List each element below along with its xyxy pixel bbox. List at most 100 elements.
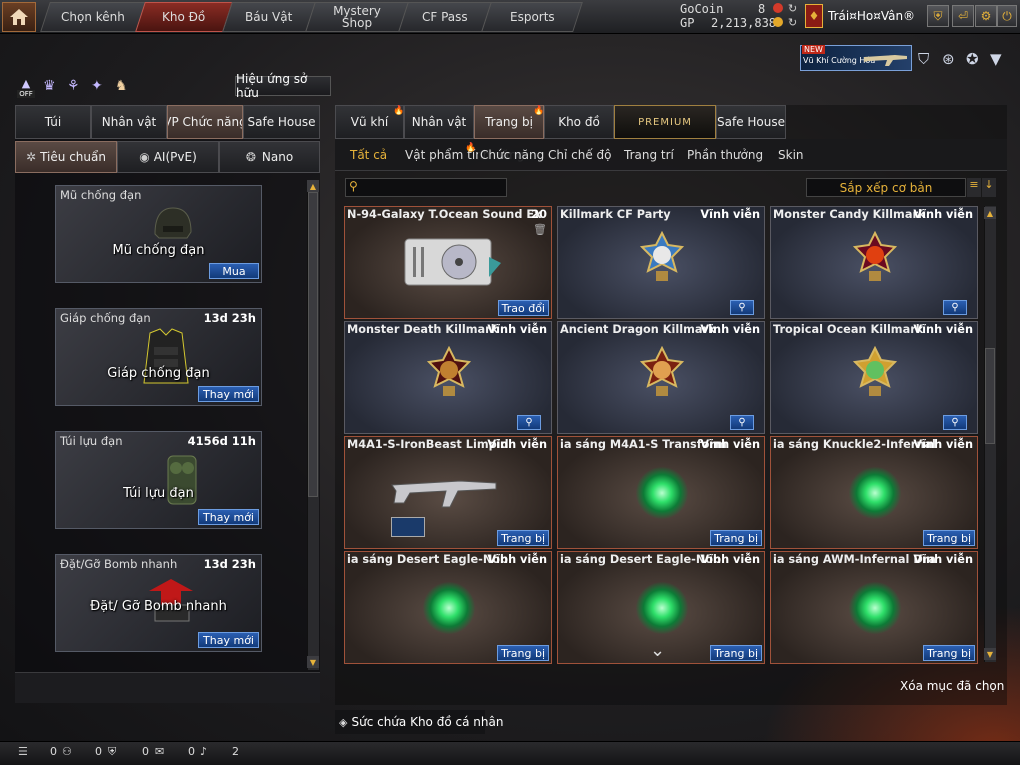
chat-icon[interactable]: ✉ — [155, 745, 164, 758]
delete-selected-button[interactable]: Xóa mục đã chọn — [900, 679, 1004, 693]
gocoin-refresh-icon[interactable]: ↻ — [788, 2, 797, 15]
inventory-item-card[interactable]: Monster Death Killmark Vĩnh viễn ⚲ — [344, 321, 552, 434]
subtab-function[interactable]: Chức năng — [478, 148, 545, 162]
gp-refresh-icon[interactable]: ↻ — [788, 16, 797, 29]
search-input[interactable] — [364, 180, 504, 195]
trash-icon[interactable]: 🗑 — [533, 223, 547, 236]
chevron-down-icon[interactable]: ⌄ — [650, 640, 665, 661]
bottom-count-2: 0 — [95, 745, 102, 758]
subtab-rewards[interactable]: Phần thưởng — [687, 148, 763, 162]
killmark-medal-icon — [640, 346, 684, 396]
magnify-button[interactable]: ⚲ — [730, 300, 754, 315]
item-action-button[interactable]: Trang bị — [923, 530, 975, 546]
left-tab-safe-house[interactable]: Safe House — [243, 105, 320, 139]
item-action-button[interactable]: Trang bị — [710, 645, 762, 661]
mode-tab-ai-pve[interactable]: ◉ AI(PvE) — [117, 141, 219, 173]
inventory-item-card[interactable]: N-94-Galaxy T.Ocean Sound Ex 20 🗑 Trao đổi — [344, 206, 552, 319]
owned-effects-button[interactable]: Hiệu ứng sở hữu — [235, 72, 331, 100]
home-button[interactable] — [2, 2, 36, 32]
right-tab-storage[interactable]: Kho đồ — [544, 105, 614, 139]
scroll-down-arrow[interactable]: ▼ — [307, 656, 319, 668]
sort-order-icon[interactable]: ↓ — [982, 178, 996, 197]
left-tab-character[interactable]: Nhân vật — [91, 105, 167, 139]
magnify-button[interactable]: ⚲ — [943, 415, 967, 430]
nav-tab-channel[interactable]: Chọn kênh — [40, 2, 146, 32]
friends-icon[interactable]: ⚇ — [62, 745, 72, 758]
emblem-icon-2[interactable]: ⊛ — [942, 50, 955, 68]
slot-card-quick-bomb[interactable]: Đặt/Gỡ Bomb nhanh 13d 23h Đặt/ Gỡ Bomb n… — [55, 554, 262, 652]
search-box[interactable]: ⚲ — [345, 178, 507, 197]
nav-tab-cf-pass[interactable]: CF Pass — [398, 2, 492, 32]
player-name[interactable]: Trái¤Ho¤Vân® — [828, 9, 915, 23]
nav-tab-mystery-shop[interactable]: Mystery Shop — [305, 2, 409, 32]
right-scroll-thumb[interactable] — [985, 348, 995, 444]
inventory-item-card[interactable]: ia sáng AWM-Infernal Dra Vĩnh viễn Trang b… — [770, 551, 978, 664]
magnify-button[interactable]: ⚲ — [517, 415, 541, 430]
replace-button[interactable]: Thay mới — [198, 632, 259, 648]
subtab-skin[interactable]: Skin — [778, 148, 804, 162]
right-tab-characters[interactable]: Nhân vật — [404, 105, 474, 139]
inventory-item-card[interactable]: Tropical Ocean Killmark Vĩnh viễn ⚲ — [770, 321, 978, 434]
buy-button[interactable]: Mua — [209, 263, 259, 279]
clan-shield-icon[interactable]: ⛨ — [108, 745, 116, 759]
emblem-icon-4[interactable]: ▼ — [990, 50, 1002, 68]
inventory-item-card[interactable]: Killmark CF Party Vĩnh viễn ⚲ — [557, 206, 765, 319]
toggle-off-icon[interactable]: ▲ OFF — [17, 77, 35, 99]
glow-orb-icon — [849, 582, 901, 634]
item-action-button[interactable]: Trang bị — [710, 530, 762, 546]
menu-icon[interactable]: ☰ — [18, 745, 28, 758]
subtab-all[interactable]: Tất cả — [350, 148, 387, 162]
slot-card-grenade-bag[interactable]: Túi lựu đạn 4156d 11h Túi lựu đạn Thay m… — [55, 431, 262, 529]
target-icon: ◉ — [139, 150, 150, 164]
subtab-mode-only[interactable]: Chỉ chế độ — [548, 148, 612, 162]
effect-icon-4[interactable]: ♞ — [115, 78, 128, 94]
inventory-item-card[interactable]: Ancient Dragon Killmark Vĩnh viễn ⚲ — [557, 321, 765, 434]
mode-tab-standard[interactable]: ✲ Tiêu chuẩn — [15, 141, 117, 173]
slot-card-helmet[interactable]: Mũ chống đạn Mũ chống đạn Mua — [55, 185, 262, 283]
promo-banner[interactable]: NEW Vũ Khí Cường Hóa — [800, 45, 912, 71]
inventory-item-card[interactable]: M4A1-S-IronBeast Limpid Vĩnh viễn Trang bị — [344, 436, 552, 549]
nav-tab-esports[interactable]: Esports — [481, 2, 583, 32]
item-action-button[interactable]: Trang bị — [497, 645, 549, 661]
nav-tab-treasure[interactable]: Báu Vật — [222, 2, 316, 32]
mode-tab-nano[interactable]: ❂ Nano — [219, 141, 320, 173]
right-tab-safe-house[interactable]: Safe House — [716, 105, 786, 139]
inventory-item-card[interactable]: ia sáng Desert Eagle-Nob Vĩnh viễn Trang b… — [344, 551, 552, 664]
right-tab-premium[interactable]: PREMIUM — [614, 105, 716, 139]
capacity-bar[interactable]: ◈ Sức chứa Kho đồ cá nhân — [335, 710, 503, 734]
list-view-icon[interactable]: ≡ — [967, 178, 981, 197]
speaker-icon[interactable]: ♪ — [200, 745, 207, 758]
scroll-down-arrow[interactable]: ▼ — [984, 648, 996, 660]
item-action-button[interactable]: Trang bị — [923, 645, 975, 661]
effect-icon-3[interactable]: ✦ — [91, 78, 103, 94]
inventory-item-card[interactable]: ia sáng M4A1-S Transform Vĩnh viễn Trang b… — [557, 436, 765, 549]
settings-button[interactable]: ⚙ — [975, 5, 997, 27]
replace-button[interactable]: Thay mới — [198, 509, 259, 525]
slot-card-vest[interactable]: Giáp chống đạn 13d 23h Giáp chống đạn Th… — [55, 308, 262, 406]
back-button[interactable]: ⏎ — [952, 5, 974, 27]
power-button[interactable]: ⏻ — [997, 5, 1017, 27]
scroll-up-arrow[interactable]: ▲ — [984, 207, 996, 219]
item-action-button[interactable]: Trao đổi — [497, 300, 549, 316]
effect-icon-2[interactable]: ⚘ — [67, 78, 80, 94]
nav-tab-label: Mystery Shop — [333, 4, 381, 30]
sort-dropdown[interactable]: Sắp xếp cơ bản — [806, 178, 966, 197]
magnify-button[interactable]: ⚲ — [943, 300, 967, 315]
effect-icon-1[interactable]: ♛ — [43, 78, 56, 94]
scroll-up-arrow[interactable]: ▲ — [307, 180, 319, 192]
left-tab-vp-function[interactable]: VP Chức năng — [167, 105, 243, 139]
emblem-icon-1[interactable]: ⛉ — [918, 50, 929, 68]
left-scroll-thumb[interactable] — [308, 192, 318, 497]
clan-button[interactable]: ⛨ — [927, 5, 949, 27]
replace-button[interactable]: Thay mới — [198, 386, 259, 402]
magnify-button[interactable]: ⚲ — [730, 415, 754, 430]
left-tab-bag[interactable]: Túi — [15, 105, 91, 139]
emblem-icon-3[interactable]: ✪ — [966, 50, 979, 68]
inventory-item-card[interactable]: ia sáng Knuckle2-Infernal Vĩnh viễn Trang … — [770, 436, 978, 549]
inventory-item-card[interactable]: Monster Candy Killmark Vĩnh viễn ⚲ — [770, 206, 978, 319]
subtab-decoration[interactable]: Trang trí — [624, 148, 674, 162]
gp-coin-icon — [773, 17, 783, 27]
item-action-button[interactable]: Trang bị — [497, 530, 549, 546]
bottom-count-4: 0 — [188, 745, 195, 758]
nav-tab-inventory[interactable]: Kho Đồ — [135, 2, 233, 32]
